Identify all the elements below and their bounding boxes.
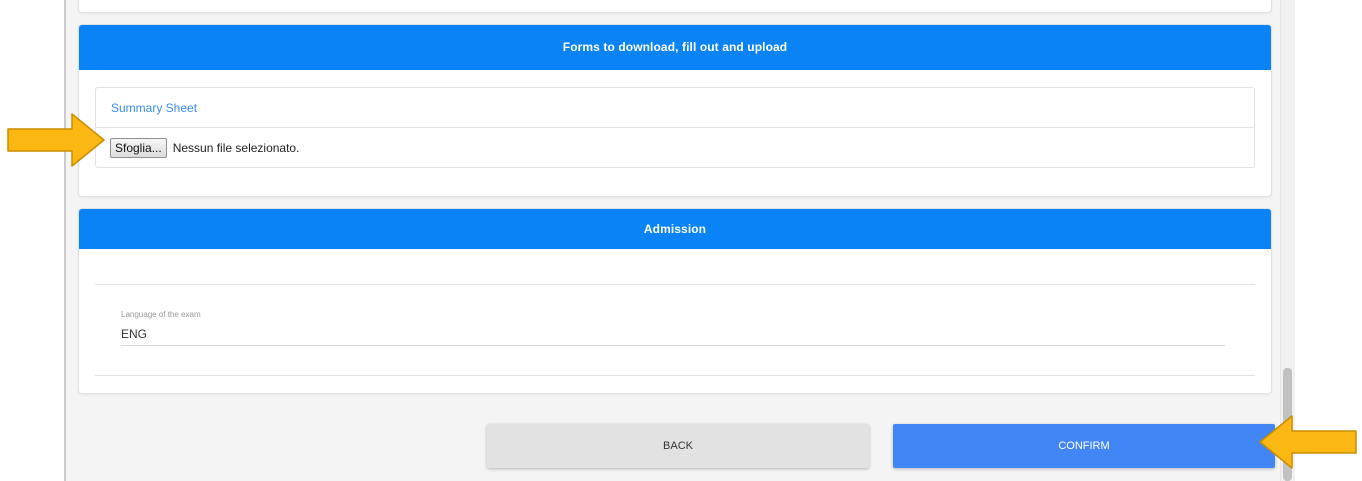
forms-card: Forms to download, fill out and upload S… [78,24,1272,197]
previous-card-edge [78,0,1272,13]
summary-sheet-box: Summary Sheet Sfoglia... Nessun file sel… [95,87,1255,168]
divider [95,284,1255,285]
language-field-underline [121,345,1225,346]
divider [95,375,1255,376]
browse-file-button[interactable]: Sfoglia... [110,137,167,158]
file-status-text: Nessun file selezionato. [172,140,300,155]
confirm-button[interactable]: CONFIRM [893,424,1275,468]
forms-card-header: Forms to download, fill out and upload [79,25,1271,70]
language-field-label: Language of the exam [121,310,201,319]
file-upload-row: Sfoglia... Nessun file selezionato. [96,128,1254,167]
arrow-right-icon [7,113,105,167]
back-button[interactable]: BACK [487,424,869,468]
language-field-value: ENG [121,327,148,341]
summary-sheet-link[interactable]: Summary Sheet [96,88,1254,128]
admission-card: Admission Language of the exam ENG [78,208,1272,394]
admission-card-header: Admission [79,209,1271,249]
arrow-left-icon [1259,415,1357,469]
